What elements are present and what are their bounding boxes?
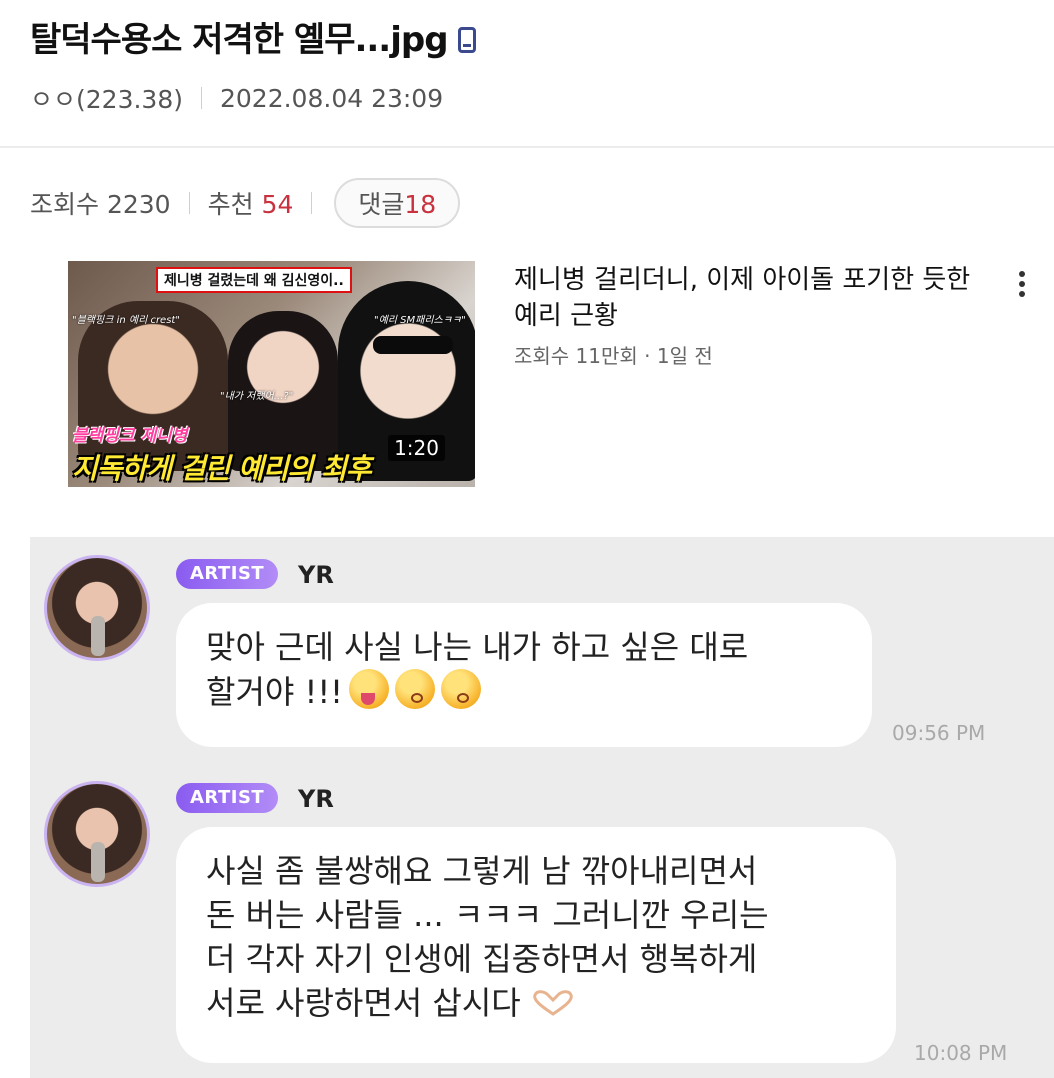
sender-name: YR — [298, 561, 334, 589]
message-line: 맞아 근데 사실 나는 내가 하고 싶은 대로 — [206, 628, 749, 666]
message-line: 서로 사랑하면서 삽시다 — [206, 984, 521, 1022]
message-line: 돈 버는 사람들 ... ㅋㅋㅋ 그러니깐 우리는 — [206, 896, 769, 934]
post-stats: 조회수 2230 추천 54 댓글18 — [30, 178, 461, 228]
thumbnail-pink-caption: 블랙핑크 제니병 — [72, 426, 188, 446]
likes-count: 54 — [261, 190, 294, 219]
likes: 추천 54 — [208, 185, 294, 221]
view-count: 조회수 2230 — [30, 190, 171, 219]
video-title[interactable]: 제니병 걸리더니, 이제 아이돌 포기한 듯한 예리 근황 — [514, 262, 974, 334]
message-time: 10:08 PM — [914, 1041, 1008, 1065]
avatar — [44, 555, 150, 661]
chat-screenshot: ARTIST YR 맞아 근데 사실 나는 내가 하고 싶은 대로 할거야 !!… — [30, 537, 1054, 1078]
artist-badge: ARTIST — [176, 559, 279, 589]
message-line-with-emoji: 할거야 !!! — [206, 669, 842, 714]
message-line-with-emoji: 서로 사랑하면서 삽시다 — [206, 981, 866, 1025]
message-line: 사실 좀 불쌍해요 그렇게 남 깎아내리면서 — [206, 852, 758, 890]
message-bubble: 사실 좀 불쌍해요 그렇게 남 깎아내리면서 돈 버는 사람들 ... ㅋㅋㅋ … — [176, 827, 896, 1063]
thumbnail-tag-left: "블랙핑크 in 예리 crest" — [72, 315, 180, 326]
message-time: 09:56 PM — [892, 721, 986, 745]
post-title: 탈덕수용소 저격한 옐무...jpg — [30, 12, 476, 61]
artist-badge: ARTIST — [176, 783, 279, 813]
thumbnail-sunglasses — [373, 336, 453, 354]
thumbnail-tag-right: "예리 SM패리스ㅋㅋ" — [374, 315, 466, 326]
kiss-emoji — [394, 669, 435, 709]
message-bubble: 맞아 근데 사실 나는 내가 하고 싶은 대로 할거야 !!! — [176, 603, 872, 747]
mobile-phone-icon — [457, 27, 476, 53]
post-meta: ㅇㅇ(223.38) 2022.08.04 23:09 — [30, 80, 443, 116]
thumbnail-tag-middle: "내가 저랬어...?" — [220, 391, 294, 402]
sender-name: YR — [298, 785, 334, 813]
likes-label: 추천 — [207, 190, 254, 219]
header-divider — [0, 146, 1054, 148]
comments-label: 댓글 — [358, 190, 405, 219]
more-vertical-icon[interactable] — [1012, 268, 1032, 304]
meta-separator — [200, 87, 202, 109]
comments-button[interactable]: 댓글18 — [334, 178, 461, 228]
video-duration: 1:20 — [388, 435, 445, 461]
tongue-emoji — [348, 669, 389, 709]
comments-count: 18 — [404, 190, 437, 219]
post-date: 2022.08.04 23:09 — [219, 83, 444, 113]
message-line: 더 각자 자기 인생에 집중하면서 행복하게 — [206, 940, 758, 978]
thumbnail-top-caption: 제니병 걸렸는데 왜 김신영이.. — [156, 267, 352, 293]
thumbnail-yellow-caption: 지독하게 걸린 예리의 최후 — [72, 452, 372, 485]
kiss-emoji — [440, 669, 481, 709]
author-name[interactable]: ㅇㅇ(223.38) — [30, 80, 183, 116]
post-title-text: 탈덕수용소 저격한 옐무...jpg — [30, 20, 449, 60]
video-meta: 조회수 11만회 · 1일 전 — [514, 344, 713, 368]
avatar — [44, 781, 150, 887]
video-thumbnail[interactable]: 제니병 걸렸는데 왜 김신영이.. "블랙핑크 in 예리 crest" "내가… — [68, 261, 475, 487]
stats-separator — [311, 192, 313, 214]
message-line: 할거야 !!! — [206, 673, 343, 711]
stats-separator — [188, 192, 190, 214]
heart-hands-emoji — [532, 990, 573, 1016]
